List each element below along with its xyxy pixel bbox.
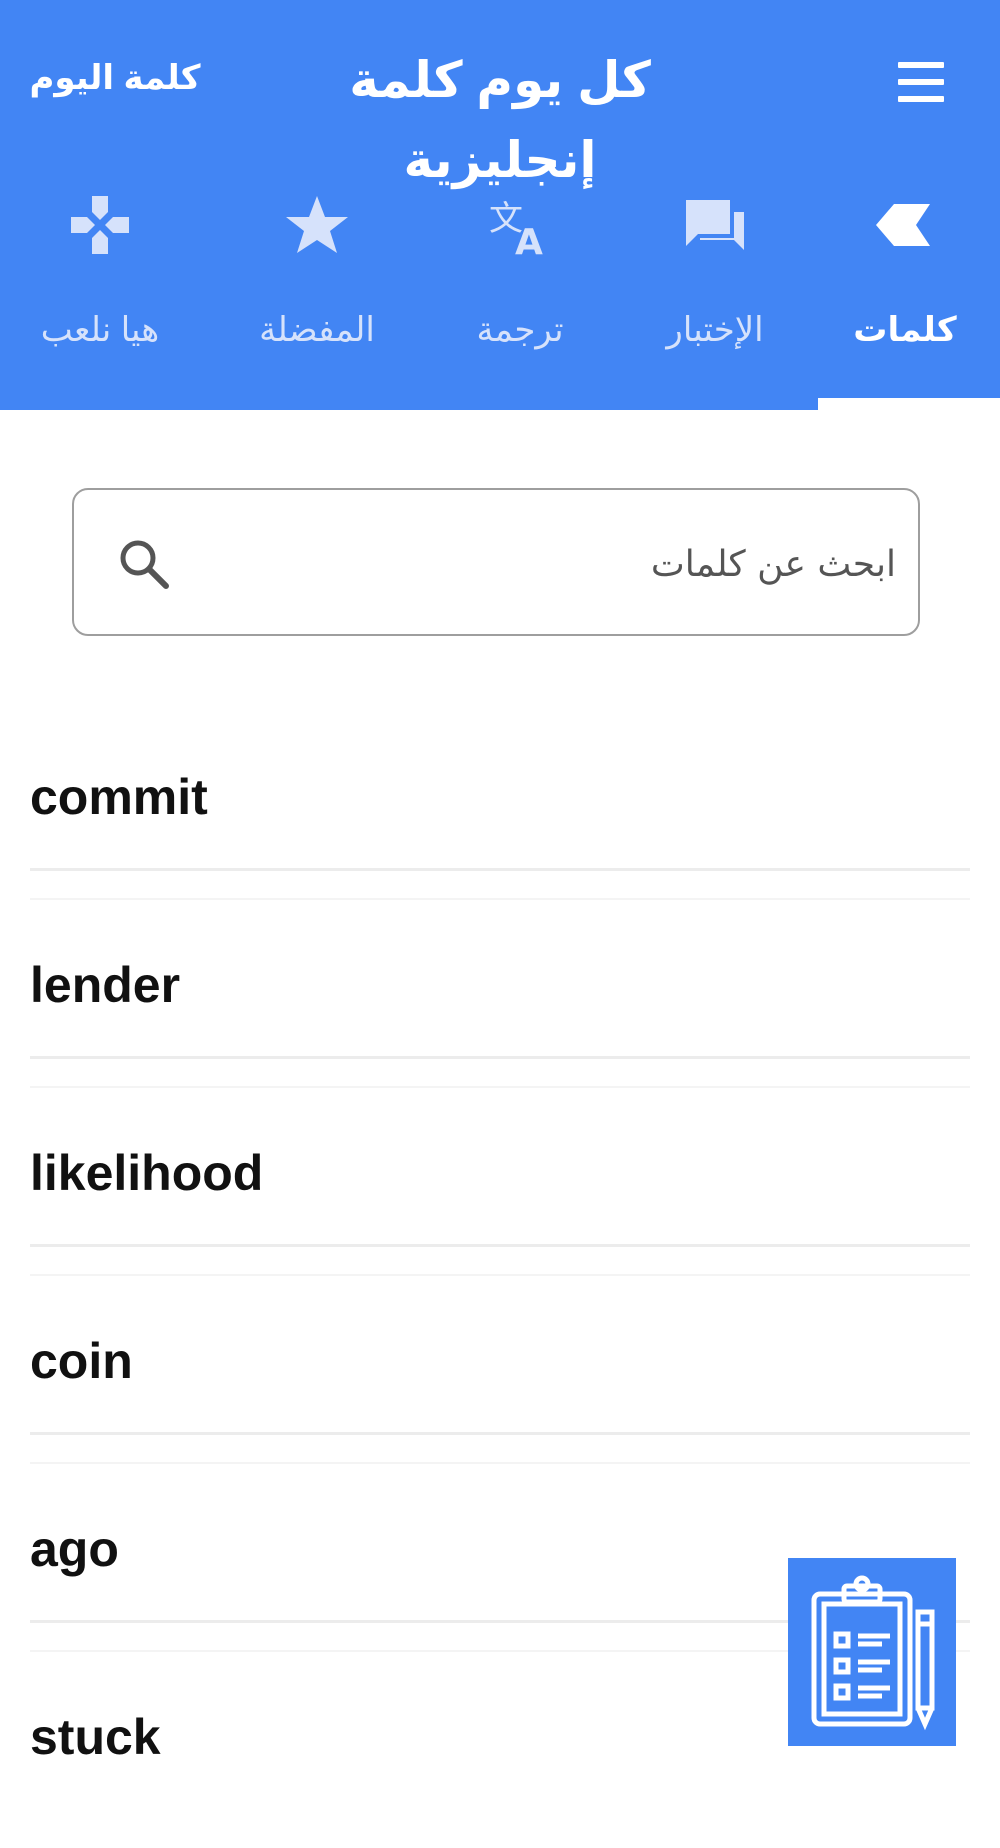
divider bbox=[30, 1432, 970, 1435]
search-box bbox=[72, 488, 920, 636]
tab-words[interactable]: كلمات bbox=[810, 180, 1000, 360]
clipboard-checklist-icon bbox=[811, 1575, 935, 1731]
quiz-fab-button[interactable] bbox=[788, 1558, 956, 1746]
list-item[interactable]: lender bbox=[0, 908, 1000, 1096]
search-icon[interactable] bbox=[114, 534, 174, 594]
divider bbox=[30, 1274, 970, 1276]
chat-bubbles-icon bbox=[686, 200, 744, 250]
search-input[interactable] bbox=[184, 520, 898, 608]
list-item[interactable]: likelihood bbox=[0, 1096, 1000, 1284]
divider bbox=[30, 868, 970, 871]
word-label: lender bbox=[30, 957, 181, 1013]
word-label: ago bbox=[30, 1521, 119, 1577]
divider bbox=[30, 1462, 970, 1464]
divider bbox=[30, 1244, 970, 1247]
list-item[interactable]: commit bbox=[0, 720, 1000, 908]
tab-label: الإختبار bbox=[666, 311, 764, 349]
tab-label: هيا نلعب bbox=[40, 311, 160, 349]
star-icon bbox=[286, 196, 348, 253]
divider bbox=[30, 1086, 970, 1088]
tab-quiz[interactable]: الإختبار bbox=[620, 180, 810, 360]
list-item[interactable]: coin bbox=[0, 1284, 1000, 1472]
word-label: stuck bbox=[30, 1709, 161, 1765]
word-of-day-button[interactable]: كلمة اليوم bbox=[20, 50, 210, 106]
word-label: coin bbox=[30, 1333, 133, 1389]
chevron-left-icon bbox=[876, 204, 930, 246]
divider bbox=[30, 898, 970, 900]
divider bbox=[30, 1056, 970, 1059]
tab-label: المفضلة bbox=[259, 311, 375, 349]
word-label: commit bbox=[30, 769, 208, 825]
tab-label: كلمات bbox=[853, 311, 957, 349]
gamepad-icon bbox=[71, 196, 129, 254]
hamburger-menu-icon[interactable] bbox=[890, 58, 952, 106]
active-tab-indicator bbox=[818, 398, 1000, 410]
tab-label: ترجمة bbox=[476, 311, 564, 349]
translate-icon: 文 A bbox=[489, 199, 543, 260]
app-title: كل يوم كلمة إنجليزية bbox=[349, 52, 651, 188]
app-bar: كل يوم كلمة إنجليزية كلمة اليوم كلمات ال… bbox=[0, 0, 1000, 410]
tab-lets-play[interactable]: هيا نلعب bbox=[5, 180, 195, 360]
tab-translate[interactable]: 文 A ترجمة bbox=[425, 180, 615, 360]
svg-text:A: A bbox=[515, 222, 543, 260]
word-label: likelihood bbox=[30, 1145, 264, 1201]
tab-favorites[interactable]: المفضلة bbox=[222, 180, 412, 360]
